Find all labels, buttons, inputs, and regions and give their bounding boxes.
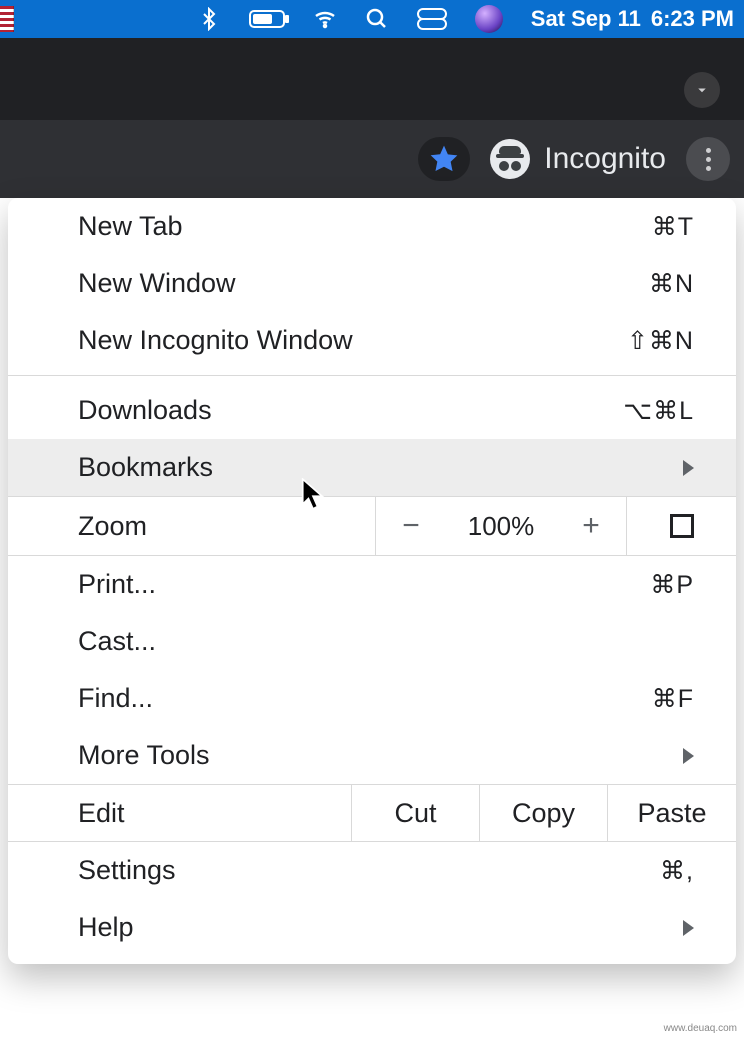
chevron-right-icon bbox=[683, 920, 694, 936]
menu-item-label: Print... bbox=[78, 569, 156, 600]
menu-item-new-window[interactable]: New Window ⌘N bbox=[8, 255, 736, 312]
browser-tabstrip-area bbox=[0, 38, 744, 120]
menu-item-label: Bookmarks bbox=[78, 452, 213, 483]
menu-divider bbox=[8, 375, 736, 376]
zoom-in-button[interactable]: + bbox=[556, 497, 626, 555]
menu-item-downloads[interactable]: Downloads ⌥⌘L bbox=[8, 382, 736, 439]
incognito-icon bbox=[490, 139, 530, 179]
wifi-icon[interactable] bbox=[313, 7, 337, 31]
edit-cut-button[interactable]: Cut bbox=[352, 785, 480, 841]
browser-toolbar: Incognito bbox=[0, 120, 744, 198]
mouse-cursor bbox=[300, 478, 326, 515]
tab-strip-dropdown-button[interactable] bbox=[684, 72, 720, 108]
menu-item-shortcut: ⌥⌘L bbox=[623, 396, 694, 426]
bookmark-star-button[interactable] bbox=[418, 137, 470, 181]
menubar-time: 6:23 PM bbox=[651, 6, 734, 32]
menu-item-settings[interactable]: Settings ⌘, bbox=[8, 842, 736, 899]
bluetooth-icon[interactable] bbox=[197, 7, 221, 31]
control-center-icon[interactable] bbox=[417, 8, 447, 30]
watermark: www.deuaq.com bbox=[661, 1022, 740, 1035]
menu-item-label: New Tab bbox=[78, 211, 183, 242]
battery-icon[interactable] bbox=[249, 10, 285, 28]
chevron-right-icon bbox=[683, 748, 694, 764]
menu-item-label: Cast... bbox=[78, 626, 156, 657]
menu-item-find[interactable]: Find... ⌘F bbox=[8, 670, 736, 727]
menu-item-shortcut: ⌘, bbox=[660, 856, 694, 886]
menu-item-label: Downloads bbox=[78, 395, 212, 426]
flag-icon bbox=[0, 6, 14, 32]
menubar-date: Sat Sep 11 bbox=[531, 6, 641, 32]
menu-item-label: New Incognito Window bbox=[78, 325, 353, 356]
menu-item-label: Find... bbox=[78, 683, 153, 714]
menu-item-shortcut: ⌘F bbox=[652, 684, 694, 714]
menu-item-more-tools[interactable]: More Tools bbox=[8, 727, 736, 784]
edit-copy-button[interactable]: Copy bbox=[480, 785, 608, 841]
zoom-percent: 100% bbox=[446, 497, 556, 555]
fullscreen-icon bbox=[670, 514, 694, 538]
menu-item-label: Help bbox=[78, 912, 134, 943]
menu-item-new-tab[interactable]: New Tab ⌘T bbox=[8, 198, 736, 255]
menu-item-label: More Tools bbox=[78, 740, 210, 771]
edit-label: Edit bbox=[8, 785, 352, 841]
edit-paste-button[interactable]: Paste bbox=[608, 785, 736, 841]
chevron-right-icon bbox=[683, 460, 694, 476]
incognito-label: Incognito bbox=[544, 142, 666, 176]
menu-item-help[interactable]: Help bbox=[8, 899, 736, 956]
menu-item-shortcut: ⌘P bbox=[650, 570, 694, 600]
incognito-indicator[interactable]: Incognito bbox=[490, 139, 666, 179]
menu-item-print[interactable]: Print... ⌘P bbox=[8, 556, 736, 613]
chrome-menu-button[interactable] bbox=[686, 137, 730, 181]
siri-icon[interactable] bbox=[475, 5, 503, 33]
menu-item-edit: Edit Cut Copy Paste bbox=[8, 784, 736, 842]
menu-item-shortcut: ⇧⌘N bbox=[627, 326, 694, 356]
menu-item-cast[interactable]: Cast... bbox=[8, 613, 736, 670]
menu-item-label: New Window bbox=[78, 268, 236, 299]
menubar-clock[interactable]: Sat Sep 11 6:23 PM bbox=[531, 6, 734, 32]
menu-item-label: Settings bbox=[78, 855, 176, 886]
menu-item-zoom: Zoom − 100% + bbox=[8, 496, 736, 556]
zoom-out-button[interactable]: − bbox=[376, 497, 446, 555]
menu-item-bookmarks[interactable]: Bookmarks bbox=[8, 439, 736, 496]
macos-menubar: Sat Sep 11 6:23 PM bbox=[0, 0, 744, 38]
star-icon bbox=[428, 143, 460, 175]
chrome-main-menu: New Tab ⌘T New Window ⌘N New Incognito W… bbox=[8, 198, 736, 964]
fullscreen-button[interactable] bbox=[626, 497, 736, 555]
menu-item-shortcut: ⌘N bbox=[649, 269, 694, 299]
menu-item-shortcut: ⌘T bbox=[652, 212, 694, 242]
menu-item-new-incognito-window[interactable]: New Incognito Window ⇧⌘N bbox=[8, 312, 736, 369]
search-icon[interactable] bbox=[365, 7, 389, 31]
